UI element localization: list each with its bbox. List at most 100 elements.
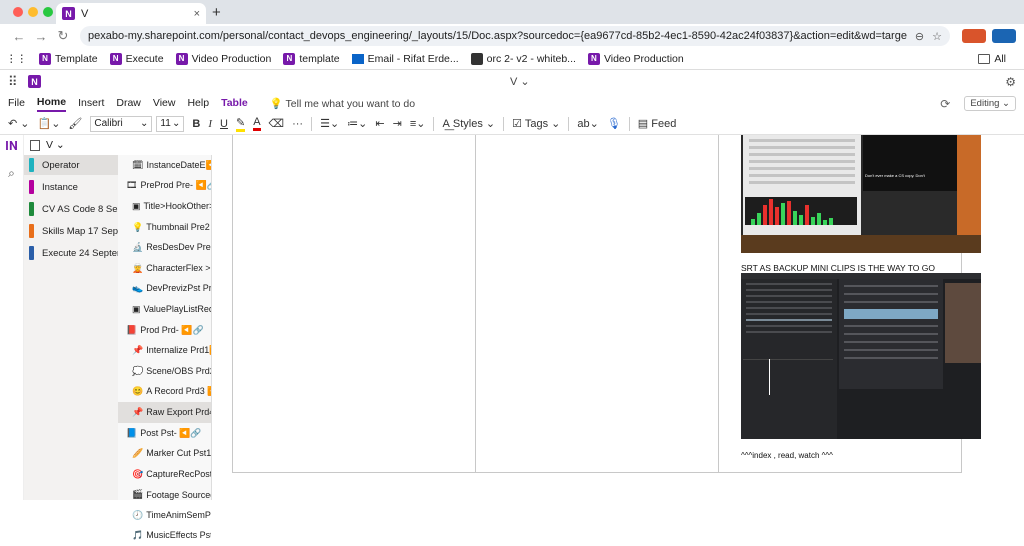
new-tab-button[interactable]: + [212,4,221,21]
format-painter-icon[interactable]: 🖌 [68,117,82,130]
bookmarks-grid-icon[interactable]: ⋮⋮ [6,53,27,65]
spelling-icon[interactable]: ab⌄ [577,117,598,130]
screenshot-image-audio-editor[interactable]: Don't ever make a CS copy. Don't [741,135,981,253]
address-bar[interactable]: pexabo-my.sharepoint.com/personal/contac… [80,26,950,46]
page-item[interactable]: 🎞 PreProd Pre- ◀️🔗 [118,176,211,197]
elf-icon: 🧝 [132,262,144,273]
tags-button[interactable]: ☑ Tags ⌄ [512,117,560,130]
notebooks-icon[interactable]: 𝐈𝐍 [0,139,23,154]
app-launcher-icon[interactable]: ⠿ [8,74,24,90]
page-canvas[interactable]: Don't ever make a CS copy. Don't SRT AS … [212,135,1024,500]
more-icon[interactable]: ··· [292,118,303,130]
zoom-icon[interactable]: ⊖ [915,30,924,43]
sync-icon[interactable]: ⟳ [940,97,950,111]
tab-close-icon[interactable]: × [194,8,200,20]
subtitle-panel [839,279,943,389]
bullets-icon[interactable]: ☰⌄ [320,117,339,130]
section-item[interactable]: Execute 24 Septembe... [24,243,118,263]
tab-home[interactable]: Home [36,94,67,112]
section-item[interactable]: Operator [24,155,118,175]
highlight-icon[interactable]: ✎ [235,116,246,132]
page-item[interactable]: 📕 Prod Prd- ◀️🔗 [118,320,211,341]
bookmark-item[interactable]: N Execute [109,52,164,65]
font-name-select[interactable]: Calibri ⌄ [90,115,153,132]
page-item[interactable]: 😊A Record Prd3 ◀️ [118,382,211,403]
tab-insert[interactable]: Insert [78,95,104,111]
bookmark-item[interactable]: N Video Production [587,52,684,65]
page-item[interactable]: ▣ValuePlayListRed7... [118,299,211,320]
bookmark-item[interactable]: Email - Rifat Erde... [351,53,459,65]
bookmark-item[interactable]: orc 2- v2 - whiteb... [470,52,576,65]
feed-icon: ▤ [637,118,652,130]
bookmark-star-icon[interactable]: ☆ [932,30,942,43]
page-item[interactable]: 📘 Post Pst- ◀️🔗 [118,423,211,444]
bold-button[interactable]: B [192,118,200,130]
music-icon: 🎵 [132,530,144,541]
content-table[interactable]: Don't ever make a CS copy. Don't SRT AS … [232,135,981,473]
underline-button[interactable]: U [220,118,228,130]
page-item[interactable]: 📌Raw Export Prd4🔻... [118,402,211,423]
section-item[interactable]: Skills Map 17 Sep [24,221,118,241]
gear-icon[interactable]: ⚙ [1005,75,1016,89]
clear-format-icon[interactable]: ⌫ [269,117,285,130]
tab-file[interactable]: File [8,95,25,111]
bookmark-item[interactable]: N Template [39,52,98,65]
extension-icon-2[interactable] [992,29,1016,43]
page-item[interactable]: 🎵MusicEffects Pst5◀️ [118,526,211,546]
close-window-button[interactable] [13,7,23,17]
dictate-icon[interactable]: 🎙 [607,117,621,130]
back-icon[interactable]: ← [8,29,30,44]
page-item[interactable]: 🎯CaptureRecPost2◀️ [118,464,211,485]
page-item[interactable]: 🎬Footage Sourced P... [118,485,211,506]
search-icon[interactable]: ⌕ [0,166,23,181]
page-item[interactable]: 📌Internalize Prd1◀️ [118,340,211,361]
align-icon[interactable]: ≡⌄ [410,117,426,130]
waveform [745,197,857,225]
page-item[interactable]: 🕗TimeAnimSemPst4 ... [118,505,211,526]
tab-table[interactable]: Table [221,95,248,111]
tab-help[interactable]: Help [187,95,209,111]
bookmark-item[interactable]: N Video Production [175,52,271,65]
mail-icon [351,53,364,64]
forward-icon[interactable]: → [30,29,52,44]
tab-view[interactable]: View [153,95,176,111]
screenshot-image-video-editor[interactable] [741,273,981,439]
document-title[interactable]: V ⌄ [510,75,530,88]
tab-draw[interactable]: Draw [116,95,141,111]
notebook-selector[interactable]: V ⌄ [24,135,212,155]
font-size-select[interactable]: 11 ⌄ [156,115,185,132]
video-preview [863,135,957,191]
feed-button[interactable]: ▤ Feed [638,117,677,130]
page-item[interactable]: 💭Scene/OBS Prd2 ◀️ [118,361,211,382]
video-caption: Don't ever make a CS copy. Don't [865,173,925,178]
outdent-icon[interactable]: ⇤ [375,117,384,130]
section-item[interactable]: Instance [24,177,118,197]
clipboard-icon[interactable]: 📋⌄ [38,117,61,130]
section-color-tab [29,202,34,216]
extension-icon[interactable] [962,29,986,43]
page-item[interactable]: 🔬ResDesDev Pre3 ◀️ [118,237,211,258]
page-item[interactable]: 👟DevPrevizPst Pre6 ◀️ [118,279,211,300]
bookmark-item[interactable]: Ntemplate [283,52,340,65]
reload-icon[interactable]: ↻ [52,28,74,44]
font-color-icon[interactable]: A [253,116,261,131]
page-item[interactable]: 🗓InstanceDateE◀️🔻 [118,155,211,176]
smile-icon: 😊 [132,386,144,397]
section-item[interactable]: CV AS Code 8 Septe... [24,199,118,219]
page-item[interactable]: 💡Thumbnail Pre2 ◀️ [118,217,211,238]
browser-tab[interactable]: N V × [56,3,206,24]
minimize-window-button[interactable] [28,7,38,17]
undo-icon[interactable]: ↶ ⌄ [8,117,30,130]
tell-me-search[interactable]: 💡 Tell me what you want to do [270,97,415,110]
indent-icon[interactable]: ⇥ [393,117,402,130]
page-item[interactable]: 🧝CharacterFlex > UnF... [118,258,211,279]
editing-mode-button[interactable]: Editing ⌄ [964,96,1016,111]
section-color-tab [29,158,34,172]
maximize-window-button[interactable] [43,7,53,17]
page-item[interactable]: 🥖Marker Cut Pst1◀️ [118,443,211,464]
styles-button[interactable]: A͟ Styles ⌄ [442,117,495,130]
page-item[interactable]: ▣Title>HookOther>T... [118,196,211,217]
all-bookmarks[interactable]: All [978,53,1006,65]
italic-button[interactable]: I [208,118,212,130]
numbering-icon[interactable]: ≔⌄ [347,117,367,130]
